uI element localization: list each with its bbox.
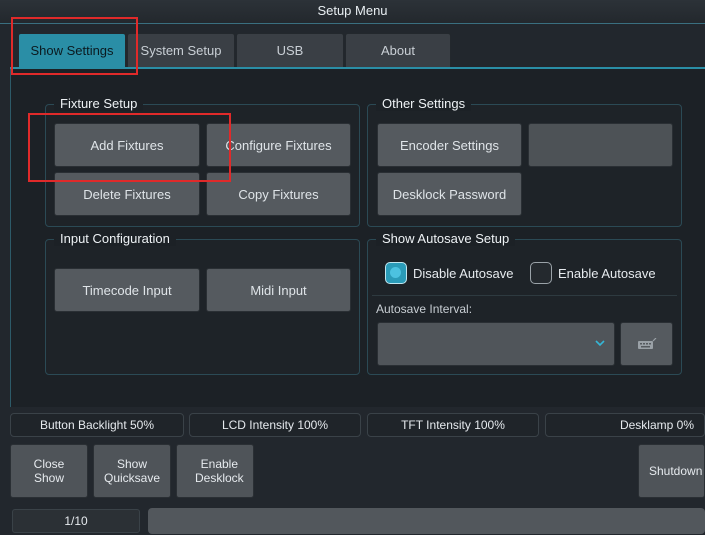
copy-fixtures-button[interactable]: Copy Fixtures	[206, 172, 351, 216]
enable-autosave-label: Enable Autosave	[558, 266, 656, 281]
show-quicksave-button[interactable]: Show Quicksave	[93, 444, 171, 498]
shutdown-button[interactable]: Shutdown	[638, 444, 705, 498]
keyboard-icon	[637, 338, 657, 350]
chevron-down-icon	[595, 338, 605, 348]
timecode-input-button[interactable]: Timecode Input	[54, 268, 200, 312]
window-title: Setup Menu	[0, 0, 705, 24]
autosave-divider	[372, 295, 677, 296]
encoder-settings-button[interactable]: Encoder Settings	[377, 123, 522, 167]
tab-show-settings[interactable]: Show Settings	[18, 33, 126, 67]
tft-intensity-status[interactable]: TFT Intensity 100%	[367, 413, 539, 437]
lcd-intensity-status[interactable]: LCD Intensity 100%	[189, 413, 361, 437]
disable-autosave-label: Disable Autosave	[413, 266, 514, 281]
setup-window: Setup Menu Show Settings System Setup US…	[0, 0, 705, 535]
page-indicator: 1/10	[12, 509, 140, 533]
disabled-settings-button	[528, 123, 673, 167]
midi-input-button[interactable]: Midi Input	[206, 268, 351, 312]
show-quicksave-label: Show Quicksave	[103, 457, 161, 485]
add-fixtures-button[interactable]: Add Fixtures	[54, 123, 200, 167]
tab-bar: Show Settings System Setup USB About	[18, 33, 452, 67]
tab-system-setup[interactable]: System Setup	[127, 33, 235, 67]
close-show-button[interactable]: Close Show	[10, 444, 88, 498]
disable-autosave-radio[interactable]	[385, 262, 407, 284]
tab-about[interactable]: About	[345, 33, 451, 67]
keyboard-button[interactable]	[620, 322, 673, 366]
button-backlight-status[interactable]: Button Backlight 50%	[10, 413, 184, 437]
close-show-label: Close Show	[33, 457, 65, 485]
fixture-setup-title: Fixture Setup	[54, 96, 144, 111]
autosave-interval-label: Autosave Interval:	[376, 302, 473, 316]
delete-fixtures-button[interactable]: Delete Fixtures	[54, 172, 200, 216]
other-settings-title: Other Settings	[376, 96, 472, 111]
enable-desklock-label: Enable Desklock	[195, 457, 244, 485]
desklock-password-button[interactable]: Desklock Password	[377, 172, 522, 216]
enable-autosave-radio[interactable]	[530, 262, 552, 284]
progress-bar	[148, 508, 705, 534]
autosave-interval-dropdown[interactable]	[377, 322, 615, 366]
desklamp-status[interactable]: Desklamp 0%	[545, 413, 705, 437]
tab-usb[interactable]: USB	[236, 33, 344, 67]
input-configuration-title: Input Configuration	[54, 231, 176, 246]
configure-fixtures-button[interactable]: Configure Fixtures	[206, 123, 351, 167]
enable-desklock-button[interactable]: Enable Desklock	[176, 444, 254, 498]
autosave-title: Show Autosave Setup	[376, 231, 516, 246]
